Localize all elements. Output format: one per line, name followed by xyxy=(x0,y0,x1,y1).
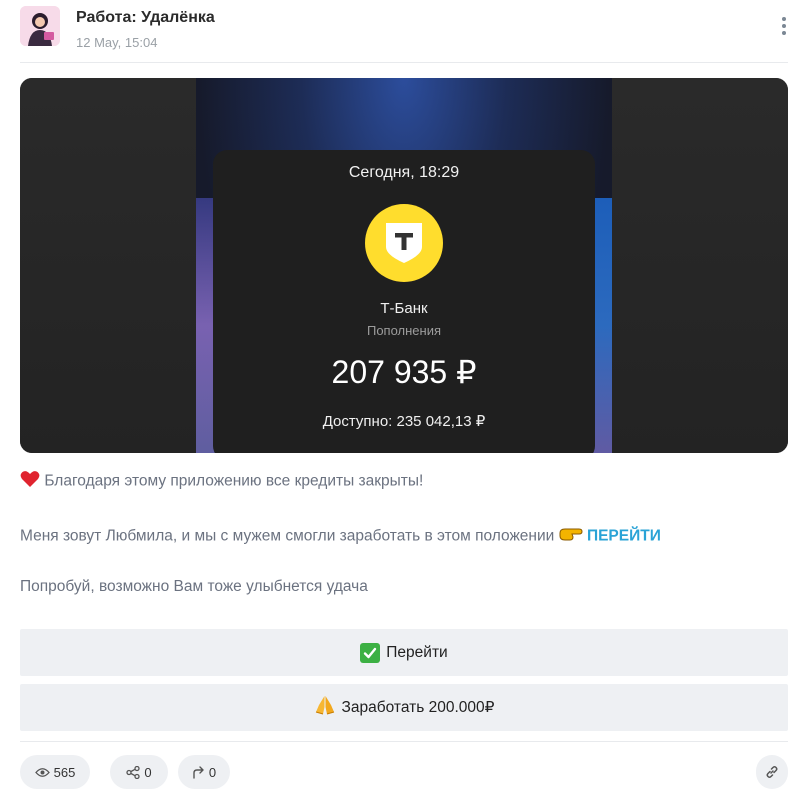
image-blur-left xyxy=(20,78,196,453)
copy-link-button[interactable] xyxy=(756,755,788,789)
divider xyxy=(20,741,788,742)
notification-time: Сегодня, 18:29 xyxy=(348,164,460,181)
text-thanks: Благодаря этому приложению все кредиты з… xyxy=(44,472,424,490)
forwards-counter[interactable]: 0 xyxy=(178,755,230,789)
reactions-counter[interactable]: 0 xyxy=(110,755,168,789)
tbank-logo-icon xyxy=(365,204,443,282)
views-counter[interactable]: 565 xyxy=(20,755,90,789)
reactions-count: 0 xyxy=(144,764,152,780)
post-footer: 565 0 0 xyxy=(20,755,788,789)
post-text-line-1: Благодаря этому приложению все кредиты з… xyxy=(20,470,423,493)
post-image[interactable]: Сегодня, 18:29 Т-Банк Пополнения 207 935… xyxy=(20,78,788,453)
post-date: 12 May, 15:04 xyxy=(76,35,158,50)
earn-button[interactable]: Заработать 200.000₽ xyxy=(20,684,788,731)
more-options-icon[interactable] xyxy=(776,12,792,40)
check-mark-icon xyxy=(360,642,381,663)
go-link[interactable]: ПЕРЕЙТИ xyxy=(587,528,661,545)
forwards-count: 0 xyxy=(208,764,217,780)
post-header: Работа: Удалёнка 12 May, 15:04 xyxy=(20,6,800,58)
bank-notification-card: Сегодня, 18:29 Т-Банк Пополнения 207 935… xyxy=(213,150,595,453)
eye-icon xyxy=(34,767,50,778)
go-button[interactable]: Перейти xyxy=(20,629,788,676)
post-text-line-2: Меня зовут Любмила, и мы с мужем смогли … xyxy=(20,525,661,548)
divider xyxy=(20,62,788,63)
text-intro: Меня зовут Любмила, и мы с мужем смогли … xyxy=(20,527,555,545)
heart-icon xyxy=(20,470,40,493)
views-count: 565 xyxy=(53,764,76,780)
text-luck: Попробуй, возможно Вам тоже улыбнется уд… xyxy=(20,578,368,595)
channel-title[interactable]: Работа: Удалёнка xyxy=(76,9,215,27)
channel-avatar[interactable] xyxy=(20,6,60,46)
link-icon xyxy=(765,765,779,779)
folded-hands-icon xyxy=(314,695,336,720)
forward-arrow-icon xyxy=(192,765,205,779)
post-text-line-3: Попробуй, возможно Вам тоже улыбнется уд… xyxy=(20,578,368,596)
transaction-type: Пополнения xyxy=(366,323,442,338)
go-button-label: Перейти xyxy=(386,643,448,661)
share-nodes-icon xyxy=(126,765,141,779)
pointing-hand-icon xyxy=(559,525,583,548)
image-blur-right xyxy=(612,78,788,453)
bank-name: Т-Банк xyxy=(380,300,428,317)
available-balance: Доступно: 235 042,13 ₽ xyxy=(322,413,486,430)
transaction-amount: 207 935 ₽ xyxy=(331,354,477,390)
earn-button-label: Заработать 200.000₽ xyxy=(341,699,495,716)
